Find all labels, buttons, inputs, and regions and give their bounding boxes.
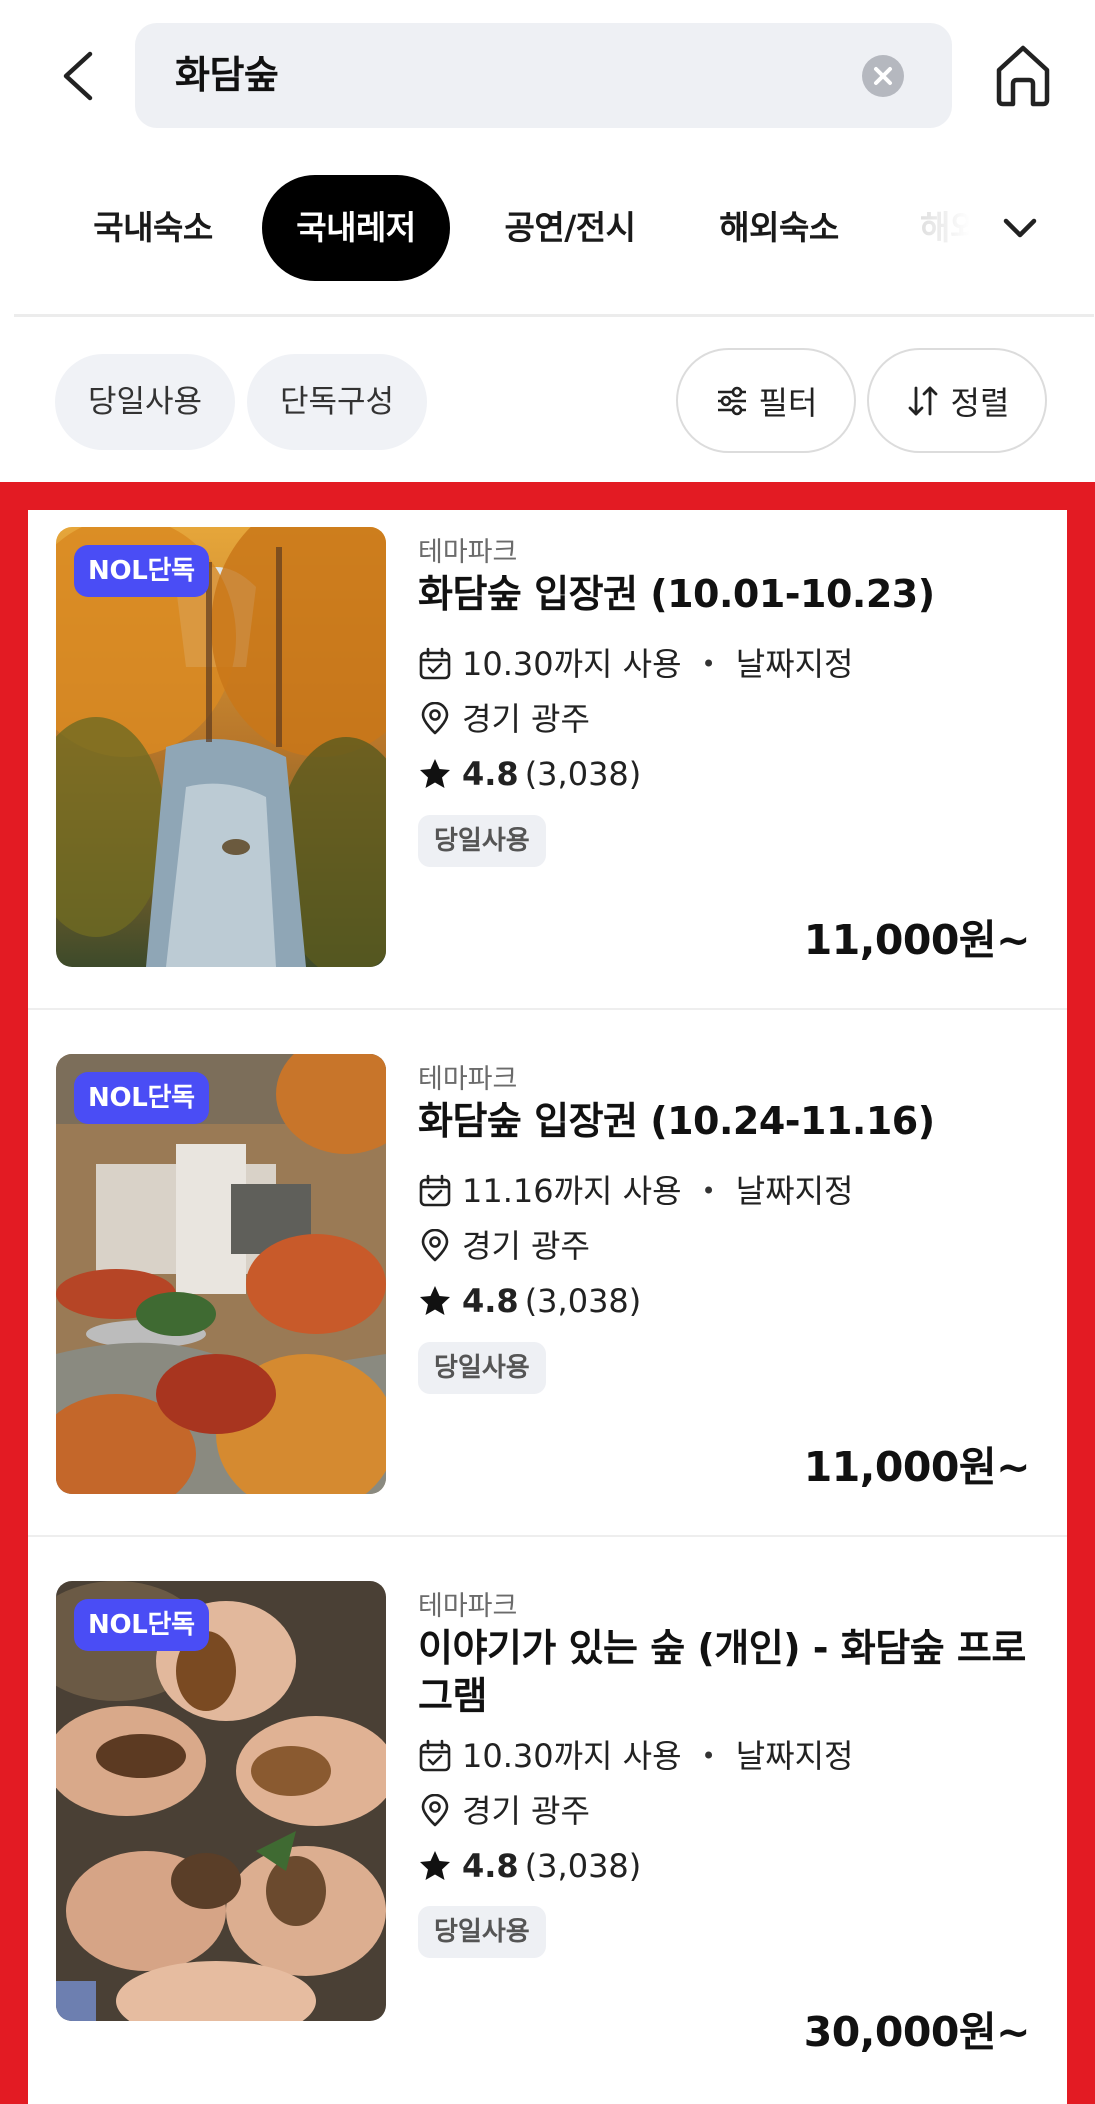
location-text: 경기 광주 xyxy=(462,1227,590,1265)
filter-label: 필터 xyxy=(758,383,818,422)
product-thumbnail[interactable]: NOL단독 xyxy=(56,1581,386,2021)
home-button[interactable] xyxy=(993,42,1053,108)
product-price: 30,000원~ xyxy=(803,2008,1031,2056)
product-info: 테마파크 화담숲 입장권 (10.24-11.16) 11.16까지 사용 • … xyxy=(418,1037,1048,1564)
separator-dot: • xyxy=(701,650,716,678)
usage-period: 10.30까지 사용 xyxy=(462,1737,682,1775)
chevron-left-icon xyxy=(63,51,93,101)
same-day-tag: 당일사용 xyxy=(418,815,546,867)
calendar-check-icon xyxy=(419,647,451,680)
rating-value: 4.8 xyxy=(462,1282,519,1320)
product-info: 테마파크 이야기가 있는 숲 (개인) - 화담숲 프로그램 10.30까지 사… xyxy=(418,1564,1048,2091)
review-count: (3,038) xyxy=(524,1847,642,1885)
product-thumbnail[interactable]: NOL단독 xyxy=(56,1054,386,1494)
product-category: 테마파크 xyxy=(418,1591,518,1622)
tabs-divider xyxy=(14,314,1094,317)
tab-domestic-stay[interactable]: 국내숙소 xyxy=(68,175,238,281)
separator-dot: • xyxy=(701,1177,716,1205)
card-divider xyxy=(28,1008,1067,1010)
date-option: 날짜지정 xyxy=(735,1172,854,1210)
usage-period: 11.16까지 사용 xyxy=(462,1172,682,1210)
search-input[interactable]: 화담숲 xyxy=(135,23,952,128)
sort-label: 정렬 xyxy=(950,383,1010,422)
product-category: 테마파크 xyxy=(418,537,518,568)
calendar-check-icon xyxy=(419,1174,451,1207)
tab-domestic-leisure[interactable]: 국내레저 xyxy=(262,175,450,281)
search-results-page: 화담숲 국내숙소 국내레저 공연/전시 해외숙소 해외 xyxy=(0,0,1095,2104)
review-count: (3,038) xyxy=(524,755,642,793)
product-info: 테마파크 화담숲 입장권 (10.01-10.23) 10.30까지 사용 • … xyxy=(418,510,1048,1037)
location-row: 경기 광주 xyxy=(418,1789,590,1833)
product-title[interactable]: 화담숲 입장권 (10.01-10.23) xyxy=(418,570,1048,618)
star-icon xyxy=(420,1286,450,1315)
product-title[interactable]: 화담숲 입장권 (10.24-11.16) xyxy=(418,1097,1048,1145)
sliders-icon xyxy=(717,386,746,415)
calendar-check-icon xyxy=(419,1739,451,1772)
tabs-fade-overlay xyxy=(880,175,1000,281)
sort-button[interactable]: 정렬 xyxy=(867,348,1047,453)
product-card[interactable]: NOL단독 테마파크 화담숲 입장권 (10.01-10.23) 10.30까지… xyxy=(28,510,1067,1037)
back-button[interactable] xyxy=(52,40,108,112)
usage-period: 10.30까지 사용 xyxy=(462,645,682,683)
star-icon xyxy=(420,759,450,788)
search-query-text: 화담숲 xyxy=(175,53,279,97)
category-tabs: 국내숙소 국내레저 공연/전시 해외숙소 해외 xyxy=(0,175,1095,285)
product-title[interactable]: 이야기가 있는 숲 (개인) - 화담숲 프로그램 xyxy=(418,1624,1048,1720)
product-price: 11,000원~ xyxy=(803,1443,1031,1491)
location-text: 경기 광주 xyxy=(462,700,590,738)
star-icon xyxy=(420,1851,450,1880)
rating-row: 4.8 (3,038) xyxy=(418,1279,641,1323)
clear-search-button[interactable] xyxy=(862,55,904,97)
date-option: 날짜지정 xyxy=(735,645,854,683)
date-option: 날짜지정 xyxy=(735,1737,854,1775)
product-card[interactable]: NOL단독 테마파크 이야기가 있는 숲 (개인) - 화담숲 프로그램 10.… xyxy=(28,1564,1067,2104)
usage-row: 10.30까지 사용 • 날짜지정 xyxy=(418,1734,853,1778)
sort-icon xyxy=(908,386,937,415)
tab-overseas-stay[interactable]: 해외숙소 xyxy=(694,175,864,281)
chevron-down-icon xyxy=(1003,218,1037,238)
usage-row: 11.16까지 사용 • 날짜지정 xyxy=(418,1169,853,1213)
exclusive-badge: NOL단독 xyxy=(74,1072,209,1124)
location-pin-icon xyxy=(421,702,449,735)
location-row: 경기 광주 xyxy=(418,697,590,741)
exclusive-badge: NOL단독 xyxy=(74,545,209,597)
filter-button[interactable]: 필터 xyxy=(676,348,856,453)
product-card[interactable]: NOL단독 테마파크 화담숲 입장권 (10.24-11.16) 11.16까지… xyxy=(28,1037,1067,1564)
location-pin-icon xyxy=(421,1229,449,1262)
product-list: NOL단독 테마파크 화담숲 입장권 (10.01-10.23) 10.30까지… xyxy=(28,510,1067,2104)
home-icon xyxy=(996,45,1050,107)
separator-dot: • xyxy=(701,1742,716,1770)
review-count: (3,038) xyxy=(524,1282,642,1320)
location-text: 경기 광주 xyxy=(462,1792,590,1830)
product-price: 11,000원~ xyxy=(803,916,1031,964)
clear-icon xyxy=(862,55,904,97)
search-header: 화담숲 xyxy=(0,0,1095,150)
location-pin-icon xyxy=(421,1794,449,1827)
same-day-tag: 당일사용 xyxy=(418,1342,546,1394)
chip-exclusive-package[interactable]: 단독구성 xyxy=(247,354,427,450)
same-day-tag: 당일사용 xyxy=(418,1906,546,1958)
tab-performance-exhibition[interactable]: 공연/전시 xyxy=(480,175,660,281)
card-divider xyxy=(28,1535,1067,1537)
rating-value: 4.8 xyxy=(462,1847,519,1885)
exclusive-badge: NOL단독 xyxy=(74,1599,209,1651)
product-category: 테마파크 xyxy=(418,1064,518,1095)
rating-row: 4.8 (3,038) xyxy=(418,1844,641,1888)
chip-same-day-use[interactable]: 당일사용 xyxy=(55,354,235,450)
usage-row: 10.30까지 사용 • 날짜지정 xyxy=(418,642,853,686)
expand-tabs-button[interactable] xyxy=(998,201,1042,255)
rating-value: 4.8 xyxy=(462,755,519,793)
location-row: 경기 광주 xyxy=(418,1224,590,1268)
rating-row: 4.8 (3,038) xyxy=(418,752,641,796)
product-thumbnail[interactable]: NOL단독 xyxy=(56,527,386,967)
